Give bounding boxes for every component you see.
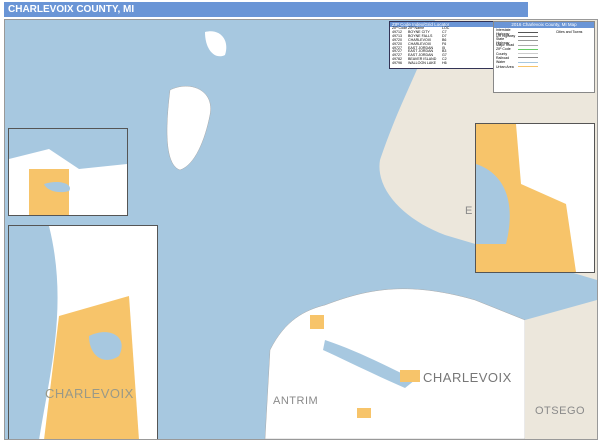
beaver-island <box>166 85 211 171</box>
urban-charlevoix <box>310 315 324 329</box>
legend-cities-title: Cities and Towns <box>556 30 583 34</box>
urban-boyne-city <box>400 370 420 382</box>
urban-east-jordan <box>357 408 371 418</box>
inset-svg-3 <box>476 124 594 272</box>
neighbor-county-otsego <box>525 300 597 439</box>
inset-map-east-jordan[interactable]: CHARLEVOIX <box>8 225 158 439</box>
map-legend: 2016 Charlevoix County, MI Map Cities an… <box>493 21 595 93</box>
map-title: CHARLEVOIX COUNTY, MI <box>4 2 528 17</box>
charlevoix-mainland <box>264 288 526 439</box>
label-otsego: OTSEGO <box>535 405 586 417</box>
label-antrim: ANTRIM <box>273 395 319 407</box>
inset-map-charlevoix-city[interactable] <box>8 128 128 216</box>
legend-swatch <box>518 31 538 33</box>
legend-swatch <box>518 44 538 46</box>
inset-svg-1 <box>9 149 127 215</box>
zip-index-row: 49796 WALLOON LAKE H6 <box>390 61 494 66</box>
label-emmet: E <box>465 205 473 217</box>
zip-index-cell: WALLOON LAKE <box>408 61 437 66</box>
legend-item: Urban Area <box>494 64 594 69</box>
map-canvas[interactable]: CHARLEVOIX ANTRIM OTSEGO E ZIP Code Inde… <box>4 19 598 440</box>
market-maps-logo <box>540 2 596 17</box>
inset-map-boyne-city[interactable] <box>475 123 595 273</box>
legend-swatch <box>518 61 538 63</box>
garden-island <box>205 31 227 57</box>
legend-swatch <box>518 66 538 68</box>
zip-index-cell: 49796 <box>392 61 402 66</box>
inset-svg-2 <box>39 226 157 439</box>
legend-swatch <box>518 35 538 37</box>
legend-title: 2016 Charlevoix County, MI Map <box>494 22 594 28</box>
legend-swatch <box>518 53 538 55</box>
legend-swatch <box>518 48 538 50</box>
legend-swatch <box>518 40 538 42</box>
zip-index-table: ZIP Code Index/Grid Locator ZIP Code ZIP… <box>389 21 495 69</box>
inset-label-charlevoix: CHARLEVOIX <box>45 386 134 401</box>
legend-item-label: Urban Area <box>496 64 514 69</box>
zip-index-cell: H6 <box>442 61 447 66</box>
label-charlevoix: CHARLEVOIX <box>423 370 512 385</box>
legend-swatch <box>518 57 538 59</box>
